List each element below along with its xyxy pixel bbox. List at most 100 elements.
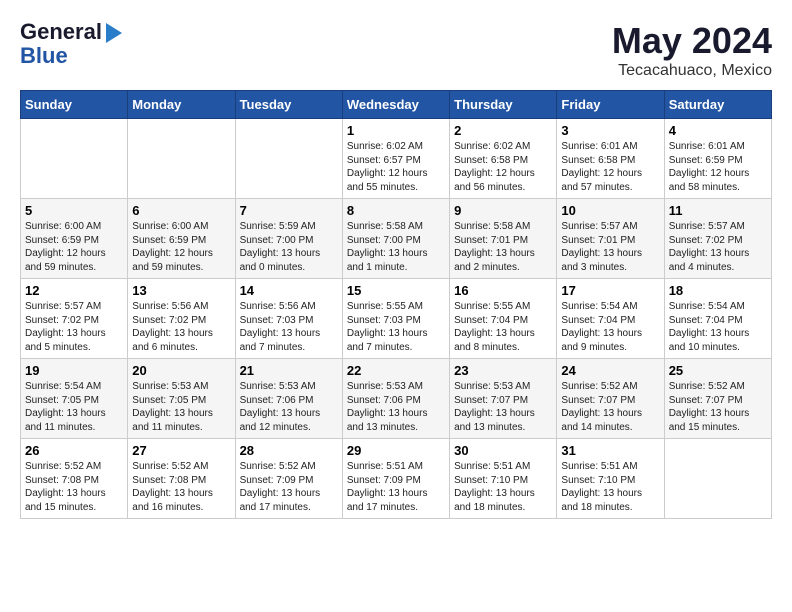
day-number: 27: [132, 443, 230, 458]
day-info: Sunrise: 5:54 AMSunset: 7:04 PMDaylight:…: [561, 300, 659, 354]
calendar-cell: 20 Sunrise: 5:53 AMSunset: 7:05 PMDaylig…: [128, 359, 235, 439]
page-header: General Blue May 2024 Tecacahuaco, Mexic…: [20, 20, 772, 80]
day-info: Sunrise: 5:52 AMSunset: 7:09 PMDaylight:…: [240, 460, 338, 514]
day-info: Sunrise: 5:57 AMSunset: 7:02 PMDaylight:…: [669, 220, 767, 274]
day-info: Sunrise: 5:53 AMSunset: 7:07 PMDaylight:…: [454, 380, 552, 434]
calendar-cell: 31 Sunrise: 5:51 AMSunset: 7:10 PMDaylig…: [557, 439, 664, 519]
header-friday: Friday: [557, 91, 664, 119]
calendar-cell: 8 Sunrise: 5:58 AMSunset: 7:00 PMDayligh…: [342, 199, 449, 279]
day-info: Sunrise: 5:53 AMSunset: 7:05 PMDaylight:…: [132, 380, 230, 434]
day-number: 17: [561, 283, 659, 298]
calendar-cell: [128, 119, 235, 199]
calendar-cell: 15 Sunrise: 5:55 AMSunset: 7:03 PMDaylig…: [342, 279, 449, 359]
header-monday: Monday: [128, 91, 235, 119]
calendar-cell: 26 Sunrise: 5:52 AMSunset: 7:08 PMDaylig…: [21, 439, 128, 519]
day-number: 21: [240, 363, 338, 378]
day-info: Sunrise: 6:00 AMSunset: 6:59 PMDaylight:…: [25, 220, 123, 274]
day-info: Sunrise: 5:57 AMSunset: 7:01 PMDaylight:…: [561, 220, 659, 274]
calendar-cell: 28 Sunrise: 5:52 AMSunset: 7:09 PMDaylig…: [235, 439, 342, 519]
day-number: 9: [454, 203, 552, 218]
day-info: Sunrise: 5:58 AMSunset: 7:00 PMDaylight:…: [347, 220, 445, 274]
day-info: Sunrise: 6:02 AMSunset: 6:57 PMDaylight:…: [347, 140, 445, 194]
calendar-week-row: 1 Sunrise: 6:02 AMSunset: 6:57 PMDayligh…: [21, 119, 772, 199]
day-number: 1: [347, 123, 445, 138]
day-number: 11: [669, 203, 767, 218]
calendar-week-row: 5 Sunrise: 6:00 AMSunset: 6:59 PMDayligh…: [21, 199, 772, 279]
day-info: Sunrise: 5:53 AMSunset: 7:06 PMDaylight:…: [240, 380, 338, 434]
header-wednesday: Wednesday: [342, 91, 449, 119]
day-info: Sunrise: 5:58 AMSunset: 7:01 PMDaylight:…: [454, 220, 552, 274]
header-thursday: Thursday: [450, 91, 557, 119]
day-info: Sunrise: 5:55 AMSunset: 7:04 PMDaylight:…: [454, 300, 552, 354]
calendar-cell: 1 Sunrise: 6:02 AMSunset: 6:57 PMDayligh…: [342, 119, 449, 199]
day-info: Sunrise: 5:52 AMSunset: 7:07 PMDaylight:…: [561, 380, 659, 434]
calendar-cell: [21, 119, 128, 199]
calendar-cell: 25 Sunrise: 5:52 AMSunset: 7:07 PMDaylig…: [664, 359, 771, 439]
calendar-cell: 18 Sunrise: 5:54 AMSunset: 7:04 PMDaylig…: [664, 279, 771, 359]
day-info: Sunrise: 6:02 AMSunset: 6:58 PMDaylight:…: [454, 140, 552, 194]
calendar-cell: 24 Sunrise: 5:52 AMSunset: 7:07 PMDaylig…: [557, 359, 664, 439]
calendar-cell: 27 Sunrise: 5:52 AMSunset: 7:08 PMDaylig…: [128, 439, 235, 519]
day-number: 23: [454, 363, 552, 378]
day-info: Sunrise: 6:01 AMSunset: 6:58 PMDaylight:…: [561, 140, 659, 194]
header-tuesday: Tuesday: [235, 91, 342, 119]
day-number: 22: [347, 363, 445, 378]
day-info: Sunrise: 5:53 AMSunset: 7:06 PMDaylight:…: [347, 380, 445, 434]
header-sunday: Sunday: [21, 91, 128, 119]
day-info: Sunrise: 5:56 AMSunset: 7:02 PMDaylight:…: [132, 300, 230, 354]
calendar-cell: 11 Sunrise: 5:57 AMSunset: 7:02 PMDaylig…: [664, 199, 771, 279]
day-number: 5: [25, 203, 123, 218]
calendar-cell: 3 Sunrise: 6:01 AMSunset: 6:58 PMDayligh…: [557, 119, 664, 199]
day-info: Sunrise: 5:51 AMSunset: 7:10 PMDaylight:…: [454, 460, 552, 514]
day-number: 6: [132, 203, 230, 218]
day-number: 25: [669, 363, 767, 378]
day-number: 29: [347, 443, 445, 458]
day-number: 2: [454, 123, 552, 138]
calendar-cell: 2 Sunrise: 6:02 AMSunset: 6:58 PMDayligh…: [450, 119, 557, 199]
logo: General Blue: [20, 20, 122, 68]
day-number: 10: [561, 203, 659, 218]
header-saturday: Saturday: [664, 91, 771, 119]
day-number: 20: [132, 363, 230, 378]
day-info: Sunrise: 5:52 AMSunset: 7:08 PMDaylight:…: [25, 460, 123, 514]
calendar-cell: 14 Sunrise: 5:56 AMSunset: 7:03 PMDaylig…: [235, 279, 342, 359]
calendar-table: Sunday Monday Tuesday Wednesday Thursday…: [20, 90, 772, 519]
calendar-title: May 2024: [612, 20, 772, 62]
day-info: Sunrise: 5:52 AMSunset: 7:08 PMDaylight:…: [132, 460, 230, 514]
calendar-cell: 19 Sunrise: 5:54 AMSunset: 7:05 PMDaylig…: [21, 359, 128, 439]
calendar-cell: 23 Sunrise: 5:53 AMSunset: 7:07 PMDaylig…: [450, 359, 557, 439]
day-info: Sunrise: 5:54 AMSunset: 7:05 PMDaylight:…: [25, 380, 123, 434]
calendar-cell: [235, 119, 342, 199]
day-number: 14: [240, 283, 338, 298]
day-number: 4: [669, 123, 767, 138]
day-info: Sunrise: 5:56 AMSunset: 7:03 PMDaylight:…: [240, 300, 338, 354]
day-number: 26: [25, 443, 123, 458]
calendar-cell: 21 Sunrise: 5:53 AMSunset: 7:06 PMDaylig…: [235, 359, 342, 439]
day-number: 24: [561, 363, 659, 378]
day-number: 7: [240, 203, 338, 218]
day-info: Sunrise: 6:00 AMSunset: 6:59 PMDaylight:…: [132, 220, 230, 274]
calendar-cell: 5 Sunrise: 6:00 AMSunset: 6:59 PMDayligh…: [21, 199, 128, 279]
day-number: 13: [132, 283, 230, 298]
calendar-subtitle: Tecacahuaco, Mexico: [612, 62, 772, 80]
calendar-cell: 10 Sunrise: 5:57 AMSunset: 7:01 PMDaylig…: [557, 199, 664, 279]
day-number: 18: [669, 283, 767, 298]
day-number: 15: [347, 283, 445, 298]
calendar-cell: 6 Sunrise: 6:00 AMSunset: 6:59 PMDayligh…: [128, 199, 235, 279]
day-number: 8: [347, 203, 445, 218]
day-info: Sunrise: 5:51 AMSunset: 7:09 PMDaylight:…: [347, 460, 445, 514]
calendar-cell: 9 Sunrise: 5:58 AMSunset: 7:01 PMDayligh…: [450, 199, 557, 279]
calendar-week-row: 12 Sunrise: 5:57 AMSunset: 7:02 PMDaylig…: [21, 279, 772, 359]
day-number: 30: [454, 443, 552, 458]
calendar-cell: 30 Sunrise: 5:51 AMSunset: 7:10 PMDaylig…: [450, 439, 557, 519]
day-info: Sunrise: 5:52 AMSunset: 7:07 PMDaylight:…: [669, 380, 767, 434]
calendar-week-row: 19 Sunrise: 5:54 AMSunset: 7:05 PMDaylig…: [21, 359, 772, 439]
day-number: 31: [561, 443, 659, 458]
day-number: 19: [25, 363, 123, 378]
day-info: Sunrise: 5:55 AMSunset: 7:03 PMDaylight:…: [347, 300, 445, 354]
day-number: 16: [454, 283, 552, 298]
logo-text: General Blue: [20, 20, 122, 68]
calendar-cell: 7 Sunrise: 5:59 AMSunset: 7:00 PMDayligh…: [235, 199, 342, 279]
title-block: May 2024 Tecacahuaco, Mexico: [612, 20, 772, 80]
day-info: Sunrise: 6:01 AMSunset: 6:59 PMDaylight:…: [669, 140, 767, 194]
